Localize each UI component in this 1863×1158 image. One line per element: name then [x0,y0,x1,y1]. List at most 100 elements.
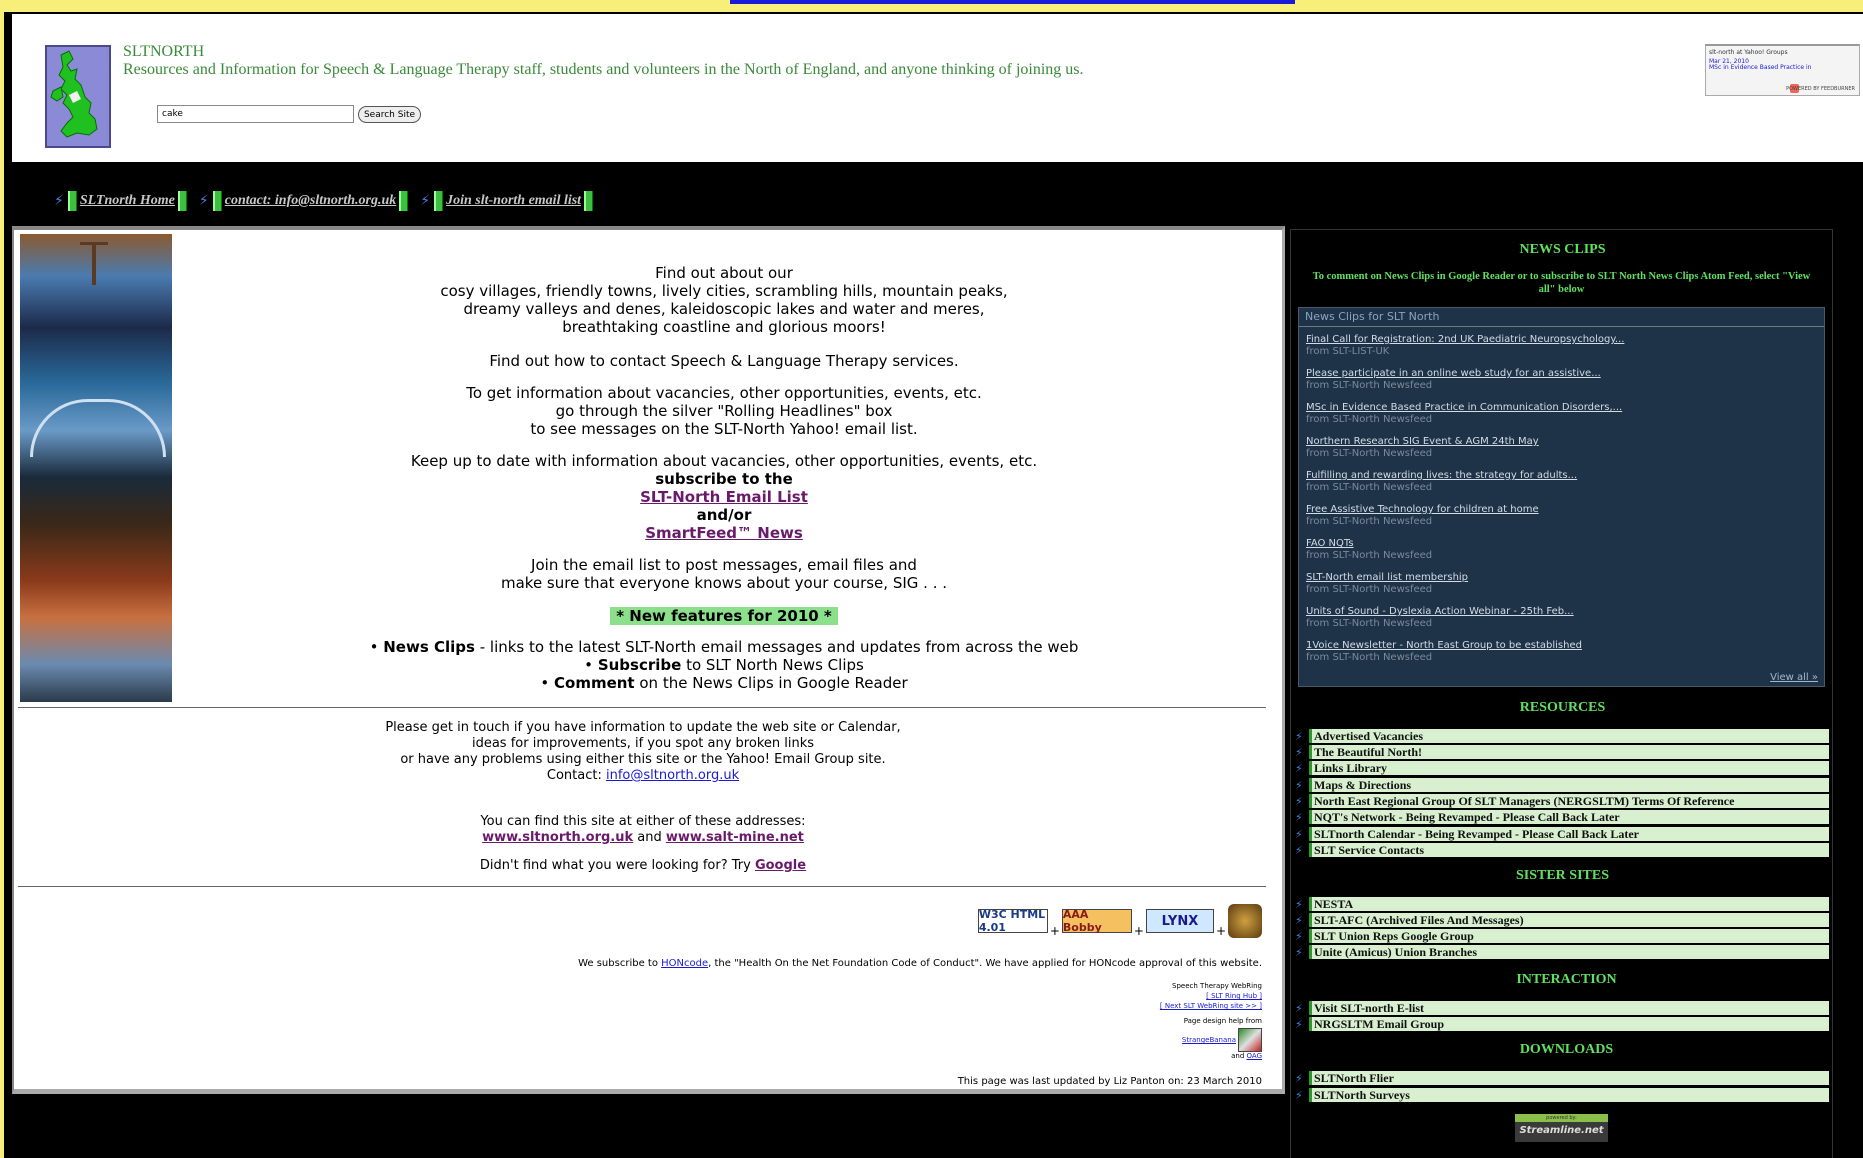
resource-link[interactable]: ⚡ The Beautiful North! [1295,745,1829,759]
strangebanana-link[interactable]: StrangeBanana [1182,1036,1236,1044]
resource-label[interactable]: The Beautiful North! [1309,745,1829,759]
strangebanana-logo-icon[interactable] [1238,1028,1262,1052]
resource-link[interactable]: ⚡ North East Regional Group Of SLT Manage… [1295,794,1829,808]
streamline-badge[interactable]: powered by: Streamline.net [1515,1114,1608,1142]
oag-link[interactable]: OAG [1247,1052,1262,1060]
news-clip[interactable]: MSc in Evidence Based Practice in Commun… [1306,402,1622,426]
addresses-intro: You can find this site at either of thes… [480,814,806,829]
intro-line: cosy villages, friendly towns, lively ci… [440,282,1008,300]
resource-label[interactable]: SLTnorth Calendar - Being Revamped - Ple… [1309,827,1829,841]
nav-cap-icon [399,191,409,211]
clip-source: from SLT-North Newsfeed [1306,414,1433,425]
subscribe-paragraph: Keep up to date with information about v… [174,452,1274,542]
resource-label[interactable]: Links Library [1309,761,1829,775]
clip-title[interactable]: Units of Sound - Dyslexia Action Webinar… [1306,606,1574,618]
clip-title[interactable]: SLT-North email list membership [1306,572,1468,584]
google-line: Didn't find what you were looking for? T… [18,858,1268,874]
interaction-link[interactable]: ⚡ NRGSLTM Email Group [1295,1017,1829,1031]
nav-bar: ⚡ SLTnorth Home ⚡ contact: info@sltnorth… [54,189,605,213]
honcode-seal-icon[interactable] [1228,904,1262,938]
nav-link-join[interactable]: Join slt-north email list [443,193,584,209]
clip-title[interactable]: Please participate in an online web stud… [1306,368,1601,380]
news-clip[interactable]: Free Assistive Technology for children a… [1306,504,1539,528]
contact-email-link[interactable]: info@sltnorth.org.uk [606,768,739,783]
lightning-icon: ⚡ [1295,761,1303,775]
yahoo-feed-article[interactable]: MSc in Evidence Based Practice in [1709,64,1811,71]
news-clip[interactable]: SLT-North email list membership from SLT-… [1306,572,1468,596]
resource-link[interactable]: ⚡ SLT Service Contacts [1295,843,1829,857]
strangebanana-anchor[interactable]: StrangeBanana [1182,1036,1236,1044]
ring-hub-link[interactable]: [ SLT Ring Hub ] [1206,992,1262,1000]
sister-site-link[interactable]: ⚡ Unite (Amicus) Union Branches [1295,945,1829,959]
next-ring-anchor[interactable]: [ Next SLT WebRing site >> ] [1160,1002,1262,1010]
search-site-button[interactable]: Search Site [358,106,421,123]
news-clip[interactable]: 1Voice Newsletter - North East Group to … [1306,640,1582,664]
download-label[interactable]: SLTNorth Surveys [1309,1088,1829,1102]
email-list-link[interactable]: SLT-North Email List [640,488,808,506]
lightning-icon: ⚡ [420,193,431,209]
clip-title[interactable]: Northern Research SIG Event & AGM 24th M… [1306,436,1539,448]
touch-line: or have any problems using either this s… [400,752,886,767]
uk-map-logo[interactable] [45,45,111,148]
salt-mine-url-link[interactable]: www.salt-mine.net [666,830,804,845]
news-clip[interactable]: Final Call for Registration: 2nd UK Paed… [1306,334,1624,358]
interaction-label[interactable]: NRGSLTM Email Group [1309,1017,1829,1031]
resource-label[interactable]: NQT's Network - Being Revamped - Please … [1309,810,1829,824]
clip-title[interactable]: Fulfilling and rewarding lives: the stra… [1306,470,1577,482]
clip-source: from SLT-North Newsfeed [1306,482,1433,493]
news-clip[interactable]: Units of Sound - Dyslexia Action Webinar… [1306,606,1574,630]
next-webring-link[interactable]: [ Next SLT WebRing site >> ] [1160,1002,1262,1010]
w3c-badge[interactable]: W3C HTML 4.01 [977,908,1048,934]
resource-label[interactable]: Maps & Directions [1309,778,1829,792]
resource-label[interactable]: North East Regional Group Of SLT Manager… [1309,794,1829,808]
plus-sign: + [1049,924,1060,938]
search-input[interactable] [157,105,354,123]
ring-hub-anchor[interactable]: [ SLT Ring Hub ] [1206,992,1262,1000]
resource-link[interactable]: ⚡ Links Library [1295,761,1829,775]
bullet-icon: • [540,674,550,692]
contact-label: Contact: [546,768,606,783]
resource-label[interactable]: SLT Service Contacts [1309,843,1829,857]
resource-link[interactable]: ⚡ Advertised Vacancies [1295,729,1829,743]
resource-link[interactable]: ⚡ Maps & Directions [1295,778,1829,792]
honcode-link[interactable]: HONcode [661,958,708,969]
news-clip[interactable]: Northern Research SIG Event & AGM 24th M… [1306,436,1539,460]
clip-source: from SLT-North Newsfeed [1306,448,1433,459]
smartfeed-news-link[interactable]: SmartFeed™ News [645,524,803,542]
news-clip[interactable]: Please participate in an online web stud… [1306,368,1601,392]
clip-title[interactable]: 1Voice Newsletter - North East Group to … [1306,640,1582,652]
sister-site-link[interactable]: ⚡ SLT Union Reps Google Group [1295,929,1829,943]
sister-site-label[interactable]: SLT Union Reps Google Group [1309,929,1829,943]
clip-title[interactable]: FAO NQTs [1306,538,1432,550]
nav-link-contact[interactable]: contact: info@sltnorth.org.uk [222,193,400,209]
sister-site-label[interactable]: Unite (Amicus) Union Branches [1309,945,1829,959]
yahoo-feed-widget[interactable]: slt-north at Yahoo! Groups Mar 21, 2010 … [1705,44,1860,96]
sister-site-link[interactable]: ⚡ NESTA [1295,897,1829,911]
google-link[interactable]: Google [755,858,806,873]
clip-title[interactable]: Final Call for Registration: 2nd UK Paed… [1306,334,1624,346]
nav-cap-icon [67,191,77,211]
view-all-link[interactable]: View all » [1770,672,1818,683]
resource-link[interactable]: ⚡ NQT's Network - Being Revamped - Please… [1295,810,1829,824]
sister-site-label[interactable]: SLT-AFC (Archived Files And Messages) [1309,913,1829,927]
news-clip[interactable]: Fulfilling and rewarding lives: the stra… [1306,470,1577,494]
download-link[interactable]: ⚡ SLTNorth Surveys [1295,1088,1829,1102]
resource-link[interactable]: ⚡ SLTnorth Calendar - Being Revamped - Pl… [1295,827,1829,841]
interaction-label[interactable]: Visit SLT-north E-list [1309,1001,1829,1015]
resource-label[interactable]: Advertised Vacancies [1309,729,1829,743]
lynx-badge[interactable]: LYNX [1145,909,1214,933]
sister-site-label[interactable]: NESTA [1309,897,1829,911]
honcode-statement: We subscribe to HONcode, the "Health On … [578,958,1262,969]
intro-line: dreamy valleys and denes, kaleidoscopic … [463,300,985,318]
sltnorth-url-link[interactable]: www.sltnorth.org.uk [482,830,633,845]
nav-link-home[interactable]: SLTnorth Home [77,193,178,209]
clip-title[interactable]: Free Assistive Technology for children a… [1306,504,1539,516]
clip-title[interactable]: MSc in Evidence Based Practice in Commun… [1306,402,1622,414]
interaction-link[interactable]: ⚡ Visit SLT-north E-list [1295,1001,1829,1015]
download-label[interactable]: SLTNorth Flier [1309,1071,1829,1085]
sister-site-link[interactable]: ⚡ SLT-AFC (Archived Files And Messages) [1295,913,1829,927]
download-link[interactable]: ⚡ SLTNorth Flier [1295,1071,1829,1085]
bobby-badge[interactable]: AAA Bobby [1061,908,1132,934]
uk-map-icon [50,50,98,138]
news-clip[interactable]: FAO NQTs from SLT-North Newsfeed [1306,538,1432,562]
